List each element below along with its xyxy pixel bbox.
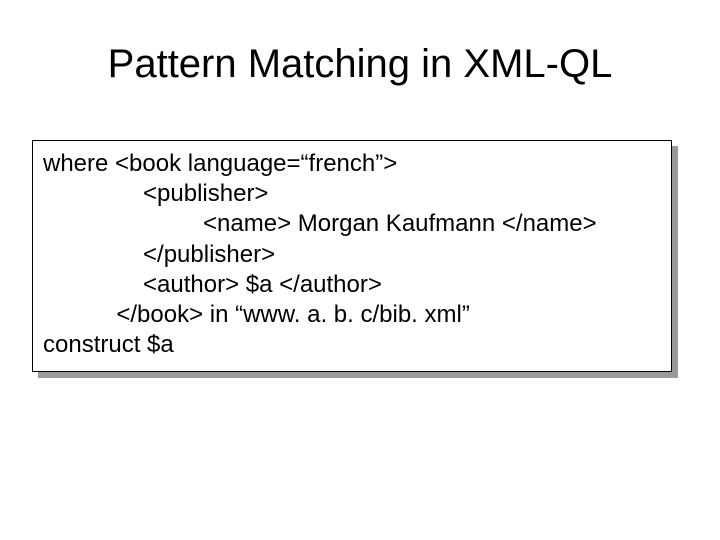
page-title: Pattern Matching in XML-QL [0, 42, 720, 87]
code-line-4: </publisher> [43, 241, 275, 268]
code-line-5: <author> $a </author> [43, 271, 382, 298]
code-box: where <book language=“french”> <publishe… [32, 140, 672, 372]
code-line-3: <name> Morgan Kaufmann </name> [43, 210, 597, 237]
code-line-7: construct $a [43, 331, 174, 358]
code-line-6: </book> in “www. a. b. c/bib. xml” [43, 301, 470, 328]
slide: Pattern Matching in XML-QL where <book l… [0, 0, 720, 540]
code-block: where <book language=“french”> <publishe… [43, 149, 663, 361]
code-line-2: <publisher> [43, 180, 268, 207]
code-line-1: where <book language=“french”> [43, 150, 397, 177]
